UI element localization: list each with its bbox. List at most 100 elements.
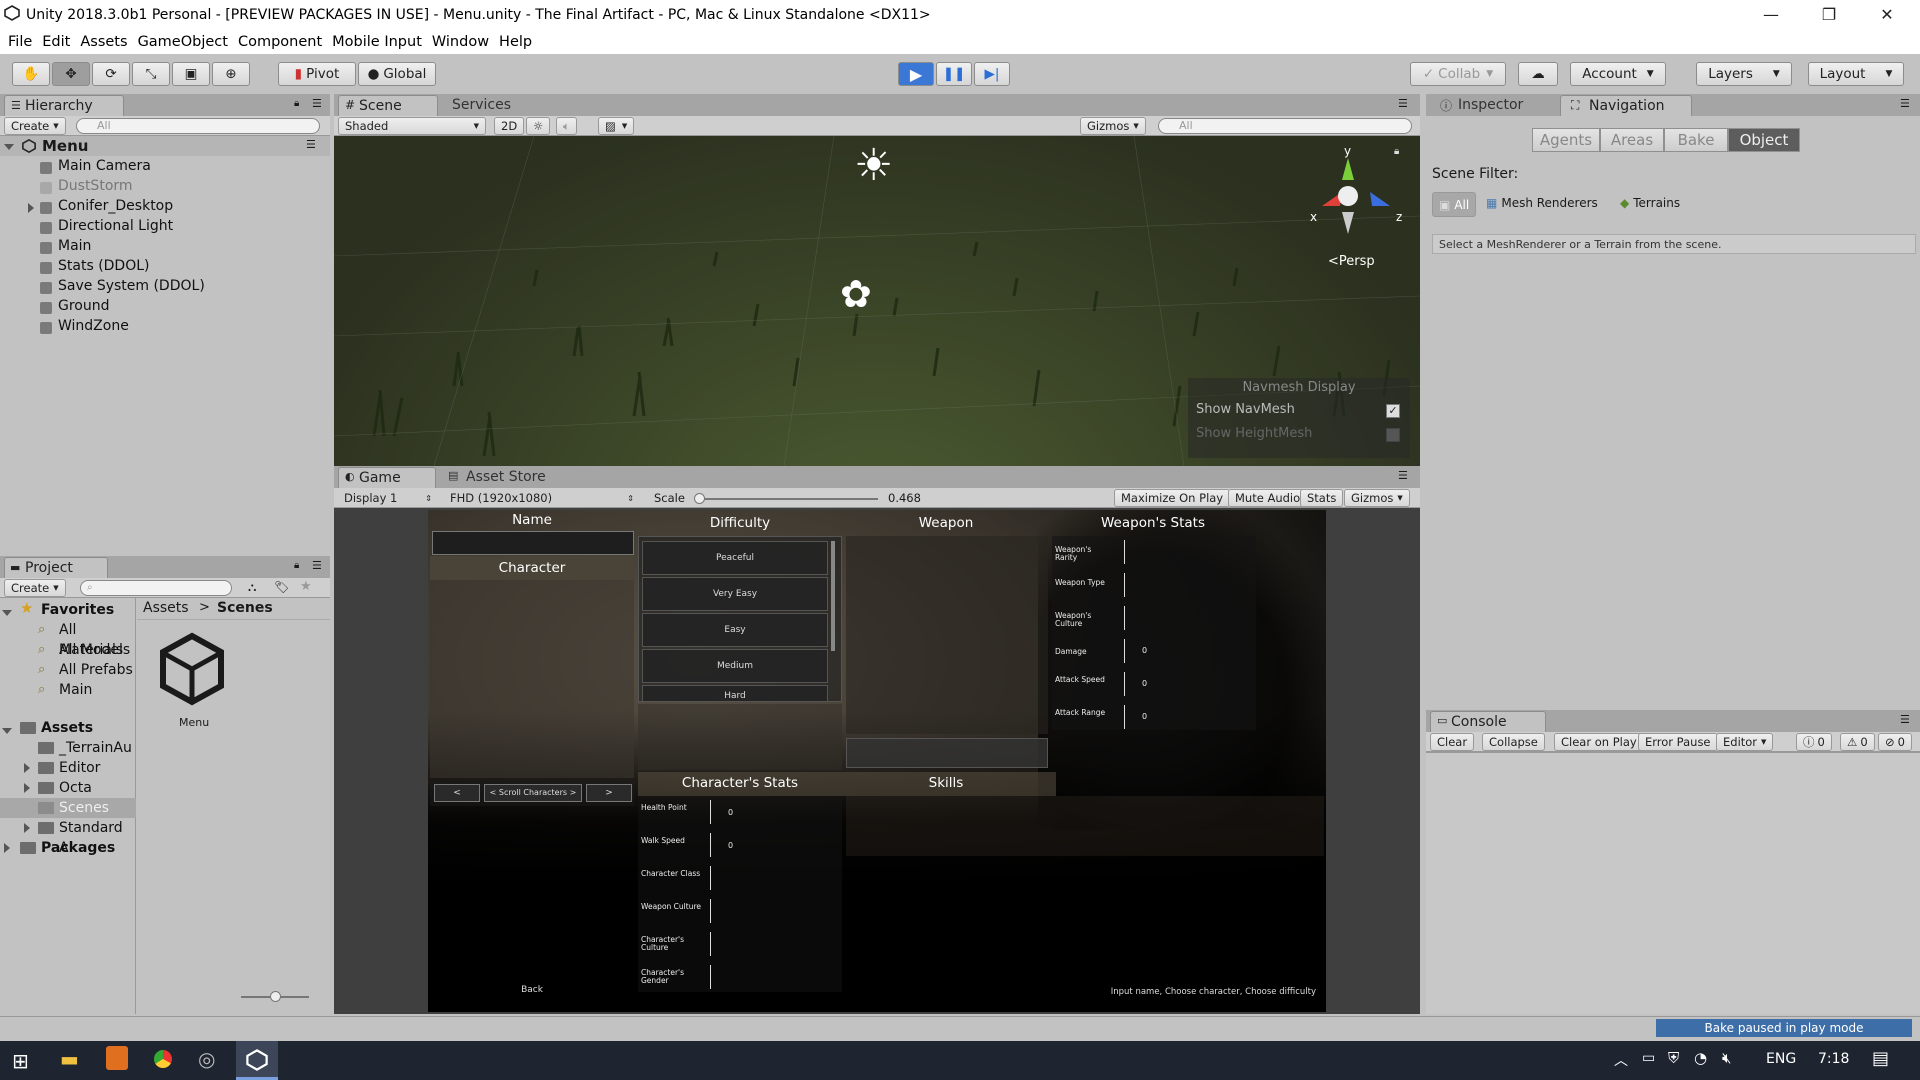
console-editor-dropdown[interactable]: Editor ▼ xyxy=(1716,733,1774,751)
lock-icon[interactable]: 🔒︎ xyxy=(294,560,299,571)
nav-agents-tab[interactable]: Agents xyxy=(1532,128,1600,152)
persp-label[interactable]: <Persp xyxy=(1328,254,1375,269)
menu-gameobject[interactable]: GameObject xyxy=(138,34,228,50)
panel-menu-icon[interactable]: ☰ xyxy=(1900,713,1910,726)
difficulty-scrollbar[interactable] xyxy=(831,541,835,651)
console-error-pause-button[interactable]: Error Pause xyxy=(1638,733,1718,751)
filter-terrains-button[interactable]: ◆ Terrains xyxy=(1620,196,1680,210)
weapon-name-field[interactable] xyxy=(846,738,1048,768)
tab-asset-store[interactable]: ▤ Asset Store xyxy=(440,467,560,488)
sublime-text-icon[interactable] xyxy=(106,1046,128,1070)
tab-inspector[interactable]: ⓘ Inspector xyxy=(1430,95,1550,116)
audio-toggle[interactable]: 🔈︎ xyxy=(556,117,577,135)
tab-navigation[interactable]: ⛶ Navigation xyxy=(1560,95,1692,116)
assets-header[interactable]: Assets xyxy=(41,718,93,738)
hierarchy-item[interactable]: Main xyxy=(58,236,91,256)
difficulty-option[interactable]: Easy xyxy=(642,613,828,647)
warning-count-toggle[interactable]: ⚠ 0 xyxy=(1840,733,1875,751)
hierarchy-item[interactable]: Ground xyxy=(58,296,110,316)
menu-mobile-input[interactable]: Mobile Input xyxy=(332,34,422,50)
packages-header[interactable]: Packages xyxy=(41,838,115,858)
panel-menu-icon[interactable]: ☰ xyxy=(312,559,322,572)
favorites-header[interactable]: Favorites xyxy=(41,600,114,620)
menu-file[interactable]: File xyxy=(8,34,32,50)
panel-menu-icon[interactable]: ☰ xyxy=(312,97,322,110)
global-toggle[interactable]: ● Global xyxy=(358,62,436,86)
toggle-2d-button[interactable]: 2D xyxy=(494,117,525,135)
maximize-button[interactable]: ❐ xyxy=(1800,0,1858,29)
cloud-button[interactable]: ☁ xyxy=(1518,62,1558,86)
asset-label[interactable]: Menu xyxy=(179,716,209,729)
hierarchy-item[interactable]: Stats (DDOL) xyxy=(58,256,150,276)
close-button[interactable]: ✕ xyxy=(1858,0,1916,29)
language-indicator[interactable]: ENG xyxy=(1766,1051,1796,1067)
collab-dropdown[interactable]: ✓ Collab ▼ xyxy=(1410,62,1506,86)
filter-mesh-renderers-button[interactable]: ▦ Mesh Renderers xyxy=(1486,196,1598,210)
pause-button[interactable]: ❚❚ xyxy=(936,62,972,86)
stats-toggle[interactable]: Stats xyxy=(1300,489,1344,507)
console-clear-on-play-button[interactable]: Clear on Play xyxy=(1554,733,1644,751)
hierarchy-search-input[interactable]: All xyxy=(76,118,320,134)
assets-folder[interactable]: Standard A xyxy=(59,818,135,856)
menu-edit[interactable]: Edit xyxy=(42,34,70,50)
nav-object-tab[interactable]: Object xyxy=(1728,128,1800,152)
tab-project[interactable]: ▬ Project xyxy=(4,557,108,578)
project-create-button[interactable]: Create ▼ xyxy=(4,579,66,597)
favorites-item[interactable]: All Models xyxy=(59,640,130,660)
shading-mode-dropdown[interactable]: Shaded ▼ xyxy=(338,117,486,135)
scene-viewport[interactable]: ☀ ✿ y x z 🔒︎ <Persp Navmesh Display Show… xyxy=(334,136,1420,466)
breadcrumb-scenes[interactable]: Scenes xyxy=(217,600,273,616)
layers-dropdown[interactable]: Layers ▼ xyxy=(1696,62,1792,86)
game-gizmos-dropdown[interactable]: Gizmos ▼ xyxy=(1344,489,1410,507)
log-count-toggle[interactable]: ⓘ 0 xyxy=(1796,733,1832,751)
tab-console[interactable]: ▭ Console xyxy=(1430,711,1546,732)
error-count-toggle[interactable]: ⊘ 0 xyxy=(1878,733,1912,751)
menu-assets[interactable]: Assets xyxy=(80,34,127,50)
lighting-toggle[interactable]: ☼ xyxy=(526,117,551,135)
file-explorer-icon[interactable]: ▬ xyxy=(60,1047,79,1071)
favorites-item[interactable]: All Materials xyxy=(59,620,135,658)
fold-closed-icon[interactable] xyxy=(24,823,30,833)
hand-tool-button[interactable]: ✋ xyxy=(12,62,50,86)
assets-folder[interactable]: Editor xyxy=(59,758,100,778)
windows-start-icon[interactable]: ⊞ xyxy=(12,1049,29,1073)
gizmo-lock-icon[interactable]: 🔒︎ xyxy=(1394,146,1399,157)
fold-closed-icon[interactable] xyxy=(24,763,30,773)
panel-menu-icon[interactable]: ☰ xyxy=(1398,469,1408,482)
tab-game[interactable]: ◐ Game xyxy=(338,467,436,488)
unity-scene-asset-icon[interactable] xyxy=(157,632,227,706)
tab-scene[interactable]: # Scene xyxy=(338,95,438,116)
fold-closed-icon[interactable] xyxy=(24,783,30,793)
clock[interactable]: 7:18 xyxy=(1818,1051,1849,1067)
difficulty-option[interactable]: Hard xyxy=(642,685,828,702)
next-character-button[interactable]: > xyxy=(586,784,632,802)
nav-bake-tab[interactable]: Bake xyxy=(1664,128,1728,152)
hierarchy-item[interactable]: Save System (DDOL) xyxy=(58,276,205,296)
assets-folder-selected[interactable]: Scenes xyxy=(59,798,109,818)
prev-character-button[interactable]: < xyxy=(434,784,480,802)
panel-menu-icon[interactable]: ☰ xyxy=(1900,97,1910,110)
effects-dropdown[interactable]: ▨ ▼ xyxy=(598,117,635,135)
security-icon[interactable]: ⛨ xyxy=(1668,1049,1679,1067)
notifications-icon[interactable]: ▤ xyxy=(1872,1048,1889,1069)
scroll-characters-button[interactable]: < Scroll Characters > xyxy=(484,784,582,802)
hierarchy-item[interactable]: WindZone xyxy=(58,316,129,336)
back-button[interactable]: Back xyxy=(500,985,564,999)
hierarchy-item[interactable]: Main Camera xyxy=(58,156,151,176)
account-dropdown[interactable]: Account ▼ xyxy=(1570,62,1666,86)
step-button[interactable]: ▶| xyxy=(974,62,1010,86)
show-navmesh-checkbox[interactable]: ✓ xyxy=(1386,404,1400,418)
console-clear-button[interactable]: Clear xyxy=(1430,733,1475,751)
battery-icon[interactable]: ▭ xyxy=(1642,1050,1655,1066)
tab-hierarchy[interactable]: ☰ Hierarchy xyxy=(4,95,124,116)
show-hidden-icons-icon[interactable]: ︿ xyxy=(1614,1050,1628,1070)
transform-tool-button[interactable]: ⊕ xyxy=(212,62,250,86)
menu-window[interactable]: Window xyxy=(432,34,489,50)
chrome-icon[interactable] xyxy=(152,1048,174,1070)
difficulty-option[interactable]: Very Easy xyxy=(642,577,828,611)
menu-help[interactable]: Help xyxy=(499,34,532,50)
name-input[interactable] xyxy=(432,531,634,555)
lock-icon[interactable]: 🔒︎ xyxy=(294,98,299,109)
scene-search-input[interactable]: All xyxy=(1158,118,1412,134)
filter-all-button[interactable]: ▣ All xyxy=(1432,192,1477,217)
